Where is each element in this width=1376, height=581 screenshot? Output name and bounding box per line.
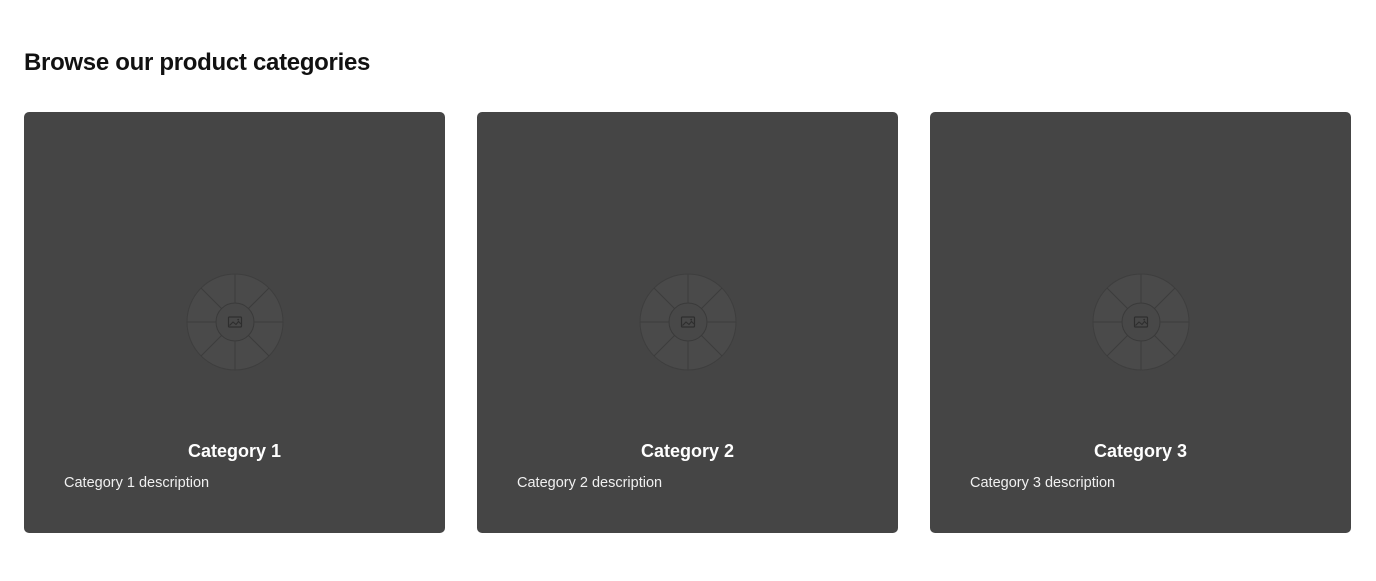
category-card-2[interactable]: Category 2 Category 2 description xyxy=(477,112,898,533)
image-placeholder-icon xyxy=(186,273,284,371)
image-placeholder-icon xyxy=(1092,273,1190,371)
category-title: Category 1 xyxy=(187,441,282,461)
category-card-1[interactable]: Category 1 Category 1 description xyxy=(24,112,445,533)
categories-section: Browse our product categories Category 1… xyxy=(0,0,1376,581)
category-description: Category 1 description xyxy=(64,475,210,491)
image-placeholder-icon xyxy=(639,273,737,371)
section-title: Browse our product categories xyxy=(24,49,371,76)
category-description: Category 3 description xyxy=(970,475,1116,491)
category-title: Category 2 xyxy=(640,441,735,461)
category-description: Category 2 description xyxy=(517,475,663,491)
category-title: Category 3 xyxy=(1093,441,1188,461)
category-grid: Category 1 Category 1 description Catego… xyxy=(24,112,1351,533)
category-card-3[interactable]: Category 3 Category 3 description xyxy=(930,112,1351,533)
